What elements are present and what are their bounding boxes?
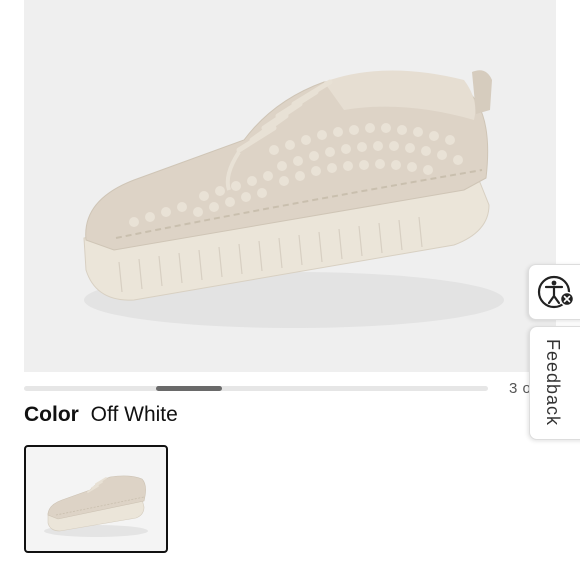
accessibility-person-icon — [537, 275, 575, 309]
feedback-tab[interactable]: Feedback — [529, 326, 580, 440]
color-swatch-selected[interactable] — [24, 445, 168, 553]
feedback-label: Feedback — [543, 339, 563, 427]
product-image-main[interactable] — [24, 0, 556, 372]
accessibility-button[interactable] — [528, 264, 580, 320]
color-value: Off White — [90, 403, 178, 426]
gallery-scrollbar[interactable] — [24, 386, 488, 391]
sneaker-image — [83, 70, 504, 328]
color-label: Color — [24, 403, 79, 426]
gallery-scrollbar-thumb[interactable] — [156, 386, 222, 391]
color-selection: Color Off White — [24, 402, 178, 428]
gallery-counter: 3 of 3 — [509, 380, 529, 397]
sneaker-thumbnail — [44, 475, 148, 537]
